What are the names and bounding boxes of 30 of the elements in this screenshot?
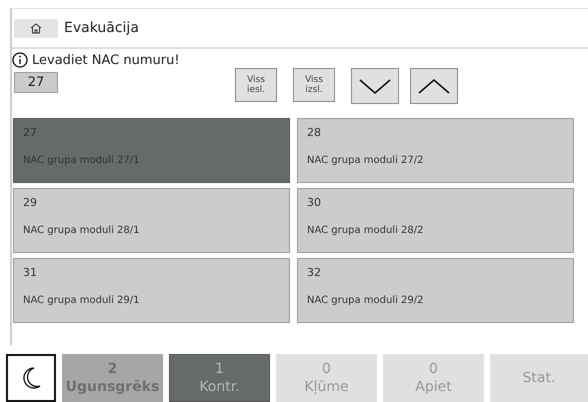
group-number: 27 [23, 126, 38, 139]
home-icon [30, 22, 42, 34]
scroll-up-button[interactable] [410, 68, 458, 104]
scroll-down-button[interactable] [351, 68, 399, 104]
group-number: 28 [307, 126, 322, 139]
group-card[interactable]: 31 NAC grupa moduli 29/1 [13, 258, 290, 323]
chevron-down-icon [357, 76, 393, 96]
group-card[interactable]: 28 NAC grupa moduli 27/2 [297, 118, 574, 183]
text-button[interactable]: Viss iesl. [235, 68, 277, 102]
group-number: 29 [23, 196, 38, 209]
number-field[interactable]: 27 [14, 72, 58, 93]
group-card[interactable]: 30 NAC grupa moduli 28/2 [297, 188, 574, 253]
group-number: 31 [23, 266, 38, 279]
group-name: NAC grupa moduli 27/1 [23, 155, 140, 166]
group-card[interactable]: 29 NAC grupa moduli 28/1 [13, 188, 290, 253]
group-name: NAC grupa moduli 29/1 [23, 295, 140, 306]
group-name: NAC grupa moduli 28/1 [23, 225, 140, 236]
group-name: NAC grupa moduli 28/2 [307, 225, 424, 236]
group-name: NAC grupa moduli 27/2 [307, 155, 424, 166]
info-icon [12, 52, 28, 68]
window-title: Evakuācija [64, 20, 139, 36]
group-name: NAC grupa moduli 29/2 [307, 295, 424, 306]
night-mode-button[interactable] [6, 354, 56, 402]
text-button[interactable]: Viss izsl. [293, 68, 335, 102]
group-number: 32 [307, 266, 322, 279]
group-number: 30 [307, 196, 322, 209]
home-button[interactable] [14, 18, 58, 38]
prompt-text: Levadiet NAC numuru! [32, 52, 180, 68]
chevron-up-icon [416, 76, 452, 96]
group-card[interactable]: 32 NAC grupa moduli 29/2 [297, 258, 574, 323]
